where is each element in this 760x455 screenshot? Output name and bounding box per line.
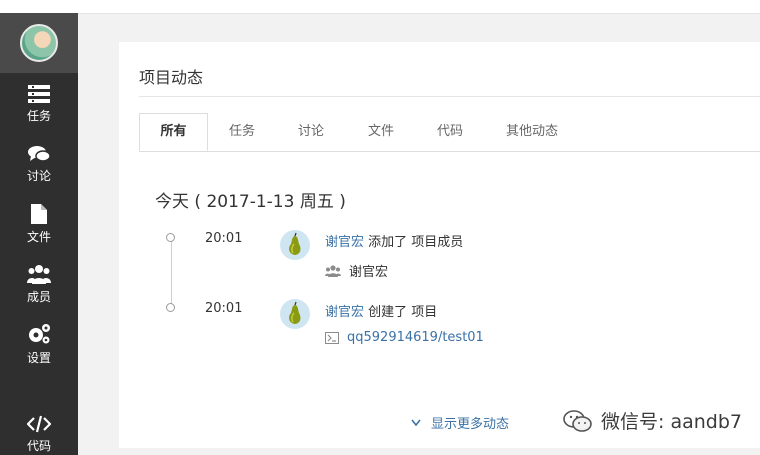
show-more-label: 显示更多动态 bbox=[431, 417, 510, 432]
user-link[interactable]: 谢官宏 bbox=[325, 305, 364, 320]
event-summary: 谢官宏 添加了 项目成员 bbox=[325, 231, 463, 250]
chevron-down-icon bbox=[411, 419, 421, 426]
wechat-icon bbox=[563, 409, 592, 432]
event-detail-text: 谢官宏 bbox=[349, 265, 389, 280]
sidebar-item-settings[interactable]: 设置 bbox=[0, 316, 78, 372]
tab-files[interactable]: 文件 bbox=[358, 113, 404, 151]
event-detail: qq592914619/test01 bbox=[325, 330, 484, 345]
divider bbox=[139, 96, 760, 97]
tab-all[interactable]: 所有 bbox=[139, 113, 208, 151]
event-detail: 谢官宏 bbox=[325, 261, 388, 280]
sidebar-item-files[interactable]: 文件 bbox=[0, 196, 78, 252]
pear-avatar-icon bbox=[289, 301, 301, 324]
tab-discussions[interactable]: 讨论 bbox=[288, 113, 334, 151]
user-avatar[interactable] bbox=[280, 299, 310, 329]
cogs-icon bbox=[29, 323, 50, 343]
sidebar-item-discussions[interactable]: 讨论 bbox=[0, 136, 78, 192]
event-time: 20:01 bbox=[205, 301, 243, 316]
sidebar-item-label: 代码 bbox=[26, 438, 51, 453]
repo-link[interactable]: qq592914619/test01 bbox=[347, 330, 484, 345]
watermark-text: 微信号: aandb7 bbox=[601, 411, 742, 433]
day-heading: 今天 ( 2017-1-13 周五 ) bbox=[155, 192, 346, 212]
sidebar-item-code[interactable]: 代码 bbox=[0, 406, 78, 455]
sidebar-item-label: 设置 bbox=[26, 350, 51, 365]
tab-other[interactable]: 其他动态 bbox=[497, 113, 567, 151]
sidebar-item-label: 文件 bbox=[26, 229, 51, 244]
comments-icon bbox=[28, 145, 50, 162]
sidebar-item-tasks[interactable]: 任务 bbox=[0, 76, 78, 132]
repo-icon bbox=[325, 331, 339, 344]
event-time: 20:01 bbox=[205, 231, 243, 246]
tab-code[interactable]: 代码 bbox=[427, 113, 473, 151]
tab-bar: 所有 任务 讨论 文件 代码 其他动态 bbox=[139, 113, 760, 152]
event-summary: 谢官宏 创建了 项目 bbox=[325, 301, 437, 320]
users-icon bbox=[27, 264, 51, 284]
users-icon bbox=[325, 264, 341, 277]
tab-tasks[interactable]: 任务 bbox=[219, 113, 265, 151]
sidebar: 任务 讨论 文件 成员 设置 代码 bbox=[0, 13, 78, 455]
page: 任务 讨论 文件 成员 设置 代码 项目动态 所有 任务 讨论 文件 代码 其他… bbox=[0, 0, 760, 455]
top-bar bbox=[0, 0, 760, 14]
code-icon bbox=[27, 415, 51, 432]
sidebar-item-label: 讨论 bbox=[26, 168, 51, 183]
sidebar-item-members[interactable]: 成员 bbox=[0, 256, 78, 312]
event-action: 添加了 项目成员 bbox=[368, 235, 464, 250]
user-link[interactable]: 谢官宏 bbox=[325, 235, 364, 250]
watermark: 微信号: aandb7 bbox=[563, 407, 742, 434]
page-title: 项目动态 bbox=[139, 68, 204, 87]
timeline-dot bbox=[166, 233, 175, 242]
timeline-line bbox=[171, 239, 172, 307]
tasks-icon bbox=[28, 84, 50, 103]
sidebar-avatar-area bbox=[0, 13, 78, 73]
timeline-dot bbox=[166, 303, 175, 312]
pear-avatar-icon bbox=[289, 232, 301, 255]
show-more-button[interactable]: 显示更多动态 bbox=[411, 413, 509, 432]
activity-panel: 项目动态 所有 任务 讨论 文件 代码 其他动态 今天 ( 2017-1-13 … bbox=[119, 42, 760, 448]
file-icon bbox=[31, 203, 47, 224]
avatar[interactable] bbox=[20, 24, 58, 62]
sidebar-item-label: 成员 bbox=[26, 289, 51, 304]
sidebar-item-label: 任务 bbox=[26, 108, 51, 123]
event-action: 创建了 项目 bbox=[368, 305, 438, 320]
user-avatar[interactable] bbox=[280, 230, 310, 260]
